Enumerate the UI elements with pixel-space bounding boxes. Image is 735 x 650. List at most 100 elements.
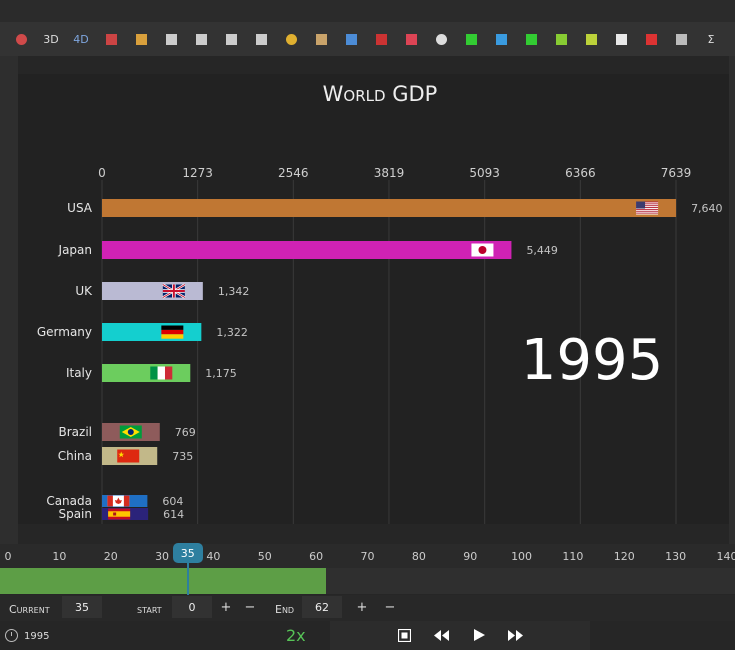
- stacked-lines-icon[interactable]: [576, 22, 606, 56]
- 4d-button[interactable]: 4D: [66, 22, 96, 56]
- pentagon-icon[interactable]: [246, 22, 276, 56]
- start-field[interactable]: 0: [172, 596, 212, 618]
- timeline-tick: 110: [562, 550, 584, 563]
- timeline-tick: 60: [309, 550, 324, 563]
- pyramid-icon-glyph: [405, 33, 417, 45]
- chart-grid-icon[interactable]: [96, 22, 126, 56]
- category-label: Italy: [66, 366, 92, 380]
- japan-flag-icon: [471, 243, 494, 257]
- bar-chart-icon-glyph: [135, 33, 147, 45]
- bar: [102, 199, 677, 217]
- bar-chart-icon[interactable]: [126, 22, 156, 56]
- bar: [102, 282, 203, 300]
- bar-row-italy: Italy 1,175: [66, 364, 237, 382]
- heatmap-icon[interactable]: [486, 22, 516, 56]
- timeline-track[interactable]: [0, 568, 735, 594]
- value-label: 1,342: [218, 285, 250, 298]
- end-field[interactable]: 62: [302, 596, 342, 618]
- spain-flag-icon: [108, 508, 131, 520]
- column-chart-icon[interactable]: [336, 22, 366, 56]
- 3d-button[interactable]: 3D: [36, 22, 66, 56]
- end-plus-button[interactable]: +: [355, 599, 369, 615]
- bar: [102, 241, 512, 259]
- timeline-tick: 30: [155, 550, 170, 563]
- start-plus-button[interactable]: +: [219, 599, 233, 615]
- bar-row-japan: Japan 5,449: [58, 241, 558, 259]
- timeline-tick: 50: [257, 550, 272, 563]
- play-icon[interactable]: [471, 627, 487, 643]
- timeline-tick: 130: [665, 550, 687, 563]
- timeline-tick: 100: [511, 550, 533, 563]
- tick-label: 2546: [278, 166, 309, 180]
- category-label: UK: [75, 284, 93, 298]
- chart-grid-icon-glyph: [105, 33, 117, 45]
- end-minus-button[interactable]: −: [383, 599, 397, 615]
- timeline-handle[interactable]: 35: [172, 543, 203, 563]
- arc-icon-glyph: [285, 33, 297, 45]
- brazil-flag-icon: [119, 425, 142, 439]
- red-square-icon-glyph: [645, 33, 657, 45]
- cube-icon[interactable]: [306, 22, 336, 56]
- timeline-tick: 20: [103, 550, 118, 563]
- sphere-icon[interactable]: [6, 22, 36, 56]
- playback-controls: [330, 621, 590, 650]
- sigma-button-label: Σ: [707, 32, 715, 46]
- timeline-tick: 90: [463, 550, 478, 563]
- rewind-icon[interactable]: [433, 627, 449, 643]
- bar-row-canada: Canada 604: [46, 494, 183, 508]
- timeline-tick: 120: [613, 550, 635, 563]
- line-chart-icon[interactable]: [156, 22, 186, 56]
- africa-map-icon-glyph: [555, 33, 567, 45]
- red-square-icon[interactable]: [636, 22, 666, 56]
- value-label: 614: [163, 508, 184, 521]
- bar-row-brazil: Brazil 769: [59, 423, 196, 441]
- document-icon[interactable]: [606, 22, 636, 56]
- scale-icon-glyph: [465, 33, 477, 45]
- timeline-tick: 140: [716, 550, 735, 563]
- timeline-tick: 70: [360, 550, 375, 563]
- stop-icon[interactable]: [396, 627, 412, 643]
- value-label: 735: [172, 450, 193, 463]
- usa-flag-icon: [636, 201, 659, 215]
- fast-forward-icon[interactable]: [507, 627, 523, 643]
- bottom-bar: 1995 2x: [0, 621, 735, 650]
- sphere-icon-glyph: [15, 33, 27, 45]
- canada-flag-icon: [107, 495, 130, 507]
- arc-icon[interactable]: [276, 22, 306, 56]
- italy-flag-icon: [150, 366, 173, 380]
- bar-row-uk: UK 1,342: [75, 282, 249, 300]
- heatmap-icon-glyph: [495, 33, 507, 45]
- tick-label: 5093: [469, 166, 500, 180]
- timeline-cursor-line: [186, 563, 189, 595]
- bar-row-usa: USA 7,640: [67, 199, 723, 217]
- timeline-scale: 0 10 20 30 40 50 60 70 80 90 100 110 120 130 140: [0, 544, 735, 568]
- pyramid-icon[interactable]: [396, 22, 426, 56]
- category-label: China: [58, 449, 92, 463]
- scale-icon[interactable]: [456, 22, 486, 56]
- tick-label: 3819: [374, 166, 405, 180]
- current-field[interactable]: 35: [62, 596, 102, 618]
- up-down-arrows-icon[interactable]: [516, 22, 546, 56]
- speed-button[interactable]: 2x: [286, 626, 306, 645]
- pentagon-icon-glyph: [255, 33, 267, 45]
- value-label: 5,449: [526, 244, 558, 257]
- timeline-tick: 0: [4, 550, 12, 563]
- chevrons-icon[interactable]: [666, 22, 696, 56]
- donut-icon[interactable]: [426, 22, 456, 56]
- tick-label: 6366: [565, 166, 596, 180]
- africa-map-icon[interactable]: [546, 22, 576, 56]
- category-label: Canada: [46, 494, 92, 508]
- red-green-bars-icon[interactable]: [366, 22, 396, 56]
- value-label: 7,640: [691, 202, 723, 215]
- sigma-button[interactable]: Σ: [696, 22, 726, 56]
- start-minus-button[interactable]: −: [243, 599, 257, 615]
- current-year: 1995: [24, 631, 50, 642]
- stacked-lines-icon-glyph: [585, 33, 597, 45]
- list-bars-icon[interactable]: [186, 22, 216, 56]
- tick-label: 0: [98, 166, 106, 180]
- list-bars-icon-glyph: [195, 33, 207, 45]
- line-chart-icon-glyph: [165, 33, 177, 45]
- top-strip: [0, 0, 735, 22]
- histogram-icon[interactable]: [216, 22, 246, 56]
- toolbar: 3D 4D Σ: [0, 22, 735, 56]
